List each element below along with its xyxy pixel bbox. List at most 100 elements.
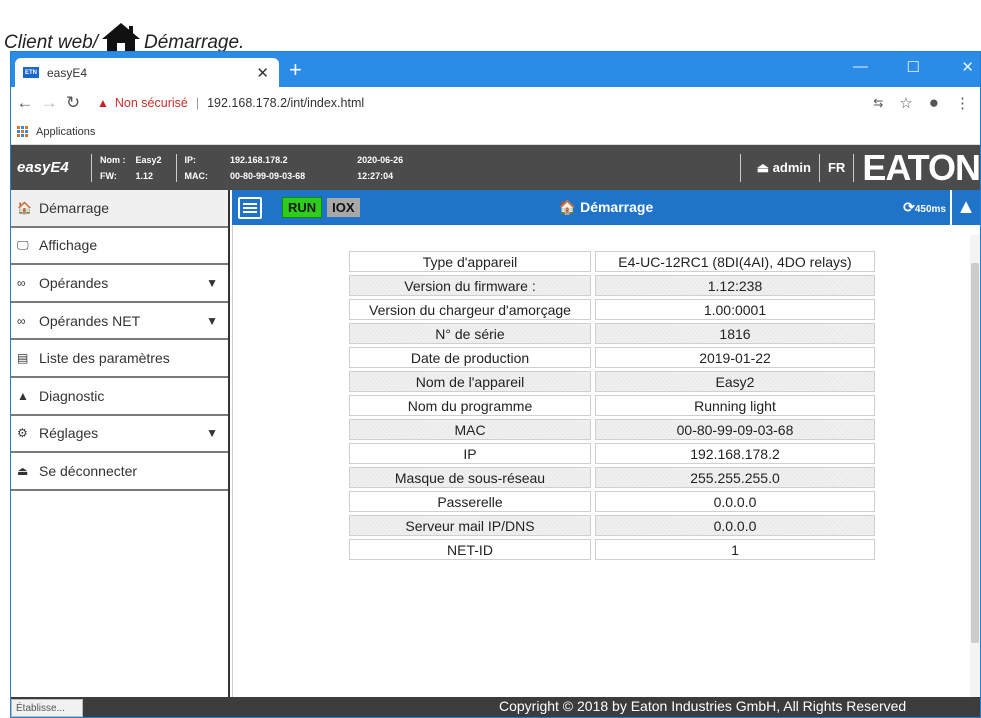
table-cell-key: Serveur mail IP/DNS	[349, 515, 591, 536]
table-cell-key: Type d'appareil	[349, 251, 591, 272]
header-right: ⏏ admin FR EATON	[732, 145, 980, 190]
page-title-text: Démarrage	[580, 199, 654, 215]
browser-tab[interactable]: ETN easyE4 ✕	[15, 58, 279, 87]
ip-label: IP:	[184, 154, 197, 165]
table-cell-key: N° de série	[349, 323, 591, 344]
close-window-icon[interactable]: ✕	[961, 58, 974, 76]
url-separator: |	[195, 96, 200, 110]
home-icon: 🏠	[558, 199, 577, 215]
browser-window: ETN easyE4 ✕ + — ☐ ✕ ← → ↻ ▲ Non sécuris…	[10, 51, 981, 718]
sidebar-item-parametres[interactable]: ▤ Liste des paramètres	[11, 340, 228, 378]
nom-value: Easy2	[135, 154, 162, 165]
table-cell-value: 1	[595, 539, 875, 560]
account-icon[interactable]: ●	[929, 93, 939, 113]
forward-icon[interactable]: →	[39, 93, 59, 113]
monitor-icon: 🖵	[17, 237, 29, 252]
cycle-time-value: 450ms	[914, 204, 946, 215]
mac-label: MAC:	[184, 170, 209, 181]
apps-grid-icon	[17, 126, 28, 137]
sidebar-item-affichage[interactable]: 🖵 Affichage	[11, 228, 228, 266]
new-tab-icon[interactable]: +	[289, 57, 302, 83]
copyright-text: Copyright © 2018 by Eaton Industries Gmb…	[499, 698, 907, 714]
user-name: admin	[772, 159, 811, 175]
cycle-time: ⟳450ms	[903, 199, 946, 216]
browser-actions: ⇆ ☆ ● ⋮	[873, 87, 980, 119]
table-row: Version du firmware :1.12:238	[349, 275, 875, 296]
device-name-block: Nom : Easy2 FW: 1.12	[100, 155, 162, 181]
table-cell-key: Version du firmware :	[349, 275, 591, 296]
sidebar-item-label: Opérandes NET	[39, 312, 141, 329]
chevron-down-icon[interactable]: ▼	[206, 426, 218, 440]
language-switch[interactable]: FR	[820, 160, 853, 175]
table-cell-key: Date de production	[349, 347, 591, 368]
list-icon: ▤	[17, 351, 29, 366]
back-icon[interactable]: ←	[15, 93, 35, 113]
table-row: Passerelle 0.0.0.0	[349, 491, 875, 512]
datetime-block: 2020-06-26 12:27:04	[357, 155, 403, 181]
table-row: Type d'appareil E4-UC-12RC1 (8DI(4AI), 4D…	[349, 251, 875, 272]
nom-label: Nom :	[100, 154, 126, 165]
table-cell-value: E4-UC-12RC1 (8DI(4AI), 4DO relays)	[595, 251, 875, 272]
scrollbar[interactable]	[970, 235, 980, 697]
sidebar-item-diagnostic[interactable]: ▲ Diagnostic	[11, 378, 228, 416]
tab-title: easyE4	[47, 65, 88, 80]
table-row: Version du chargeur d'amorçage 1.00:0001	[349, 299, 875, 320]
table-row: NET-ID 1	[349, 539, 875, 560]
table-cell-value: 2019-01-22	[595, 347, 875, 368]
sidebar-item-label: Liste des paramètres	[39, 350, 170, 367]
url-text[interactable]: 192.168.178.2/int/index.html	[207, 96, 364, 110]
eaton-logo: EATON	[862, 146, 980, 188]
sidebar-item-logout[interactable]: ⏏ Se déconnecter	[11, 453, 228, 491]
sidebar-item-operandes[interactable]: ∞ Opérandes ▼	[11, 265, 228, 303]
table-cell-value: Easy2	[595, 371, 875, 392]
table-cell-value: 0.0.0.0	[595, 491, 875, 512]
browser-tab-bar: ETN easyE4 ✕ + — ☐ ✕	[11, 52, 980, 87]
table-cell-value: 0.0.0.0	[595, 515, 875, 536]
run-status-badge[interactable]: RUN	[282, 197, 323, 218]
chevron-down-icon[interactable]: ▼	[206, 314, 218, 328]
divider	[739, 153, 741, 182]
user-icon: ⏏	[756, 159, 770, 175]
scroll-top-icon[interactable]: ▲	[950, 190, 980, 225]
table-cell-key: IP	[349, 443, 591, 464]
table-row: MAC 00-80-99-09-03-68	[349, 419, 875, 440]
translate-icon[interactable]: ⇆	[873, 96, 883, 110]
star-icon[interactable]: ☆	[899, 94, 912, 112]
table-row: Masque de sous-réseau 255.255.255.0	[349, 467, 875, 488]
content-area: Type d'appareil E4-UC-12RC1 (8DI(4AI), 4D…	[232, 225, 980, 697]
sidebar-item-operandes-net[interactable]: ∞ Opérandes NET ▼	[11, 303, 228, 341]
bookmarks-bar: Applications	[11, 119, 980, 145]
menu-icon[interactable]: ⋮	[955, 94, 970, 112]
table-cell-key: NET-ID	[349, 539, 591, 560]
chevron-down-icon[interactable]: ▼	[206, 276, 218, 290]
main-toolbar: RUN IOX 🏠 Démarrage ⟳450ms ▲	[232, 190, 980, 225]
status-bar: Établisse...	[11, 699, 83, 717]
reload-icon[interactable]: ↻	[63, 93, 83, 113]
infinity-icon: ∞	[17, 313, 26, 328]
sidebar-item-reglages[interactable]: ⚙ Réglages ▼	[11, 416, 228, 454]
date-value: 2020-06-26	[357, 154, 404, 165]
omnibox[interactable]: ▲ Non sécurisé | 192.168.178.2/int/index…	[97, 96, 364, 110]
sidebar-item-demarrage[interactable]: 🏠 Démarrage	[11, 190, 228, 228]
minimize-icon[interactable]: —	[853, 58, 868, 75]
table-row: N° de série 1816	[349, 323, 875, 344]
user-menu[interactable]: ⏏ admin	[749, 160, 819, 176]
table-cell-value: Running light	[595, 395, 875, 416]
footer: Copyright © 2018 by Eaton Industries Gmb…	[11, 697, 980, 717]
figure-caption: Client web/ Démarrage.	[4, 22, 244, 54]
table-cell-value: 1.00:0001	[595, 299, 875, 320]
table-row: Nom de l'appareil Easy2	[349, 371, 875, 392]
warning-icon: ▲	[97, 96, 109, 110]
bookmark-applications[interactable]: Applications	[36, 126, 95, 138]
user-icon: ⏏	[17, 463, 29, 478]
scrollbar-thumb[interactable]	[971, 263, 979, 643]
iox-status-badge[interactable]: IOX	[327, 198, 360, 217]
fw-value: 1.12	[135, 170, 154, 181]
table-cell-key: Passerelle	[349, 491, 591, 512]
hamburger-menu-icon[interactable]	[238, 196, 262, 219]
infinity-icon: ∞	[17, 275, 26, 290]
maximize-icon[interactable]: ☐	[907, 58, 920, 76]
table-cell-key: Masque de sous-réseau	[349, 467, 591, 488]
table-cell-key: Nom du programme	[349, 395, 591, 416]
close-tab-icon[interactable]: ✕	[256, 64, 269, 82]
